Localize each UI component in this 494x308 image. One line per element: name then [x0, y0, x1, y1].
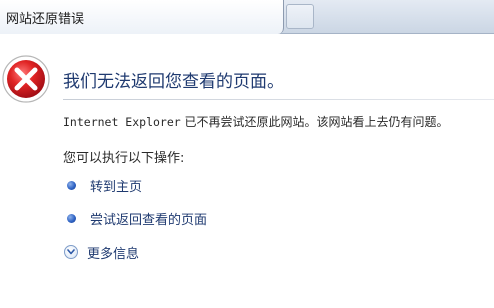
tab-title: 网站还原错误: [6, 12, 85, 27]
tab-strip: 网站还原错误: [0, 0, 494, 34]
chevron-down-icon: [64, 245, 78, 259]
browser-window: 网站还原错误 我们无法返回您查看的页面。 Internet Explorer 已…: [0, 0, 494, 308]
retry-page-label: 尝试返回查看的页面: [90, 212, 208, 228]
error-icon: [2, 55, 50, 103]
tab-site-restore-error[interactable]: 网站还原错误: [0, 0, 284, 34]
new-tab-button[interactable]: [286, 4, 314, 29]
actions-prompt: 您可以执行以下操作:: [63, 151, 185, 166]
more-info-link[interactable]: 更多信息: [64, 242, 139, 262]
retry-page-link[interactable]: 尝试返回查看的页面: [65, 208, 207, 228]
error-message: Internet Explorer 已不再尝试还原此网站。该网站看上去仍有问题。: [63, 113, 449, 130]
divider: [63, 99, 494, 100]
browser-name: Internet Explorer: [63, 115, 181, 129]
bullet-icon: [67, 213, 76, 223]
go-home-label: 转到主页: [90, 179, 143, 195]
page-title: 我们无法返回您查看的页面。: [63, 72, 284, 92]
more-info-label: 更多信息: [87, 246, 140, 262]
bullet-icon: [67, 180, 76, 190]
go-home-link[interactable]: 转到主页: [65, 175, 142, 195]
error-message-text: 已不再尝试还原此网站。该网站看上去仍有问题。: [180, 115, 449, 129]
